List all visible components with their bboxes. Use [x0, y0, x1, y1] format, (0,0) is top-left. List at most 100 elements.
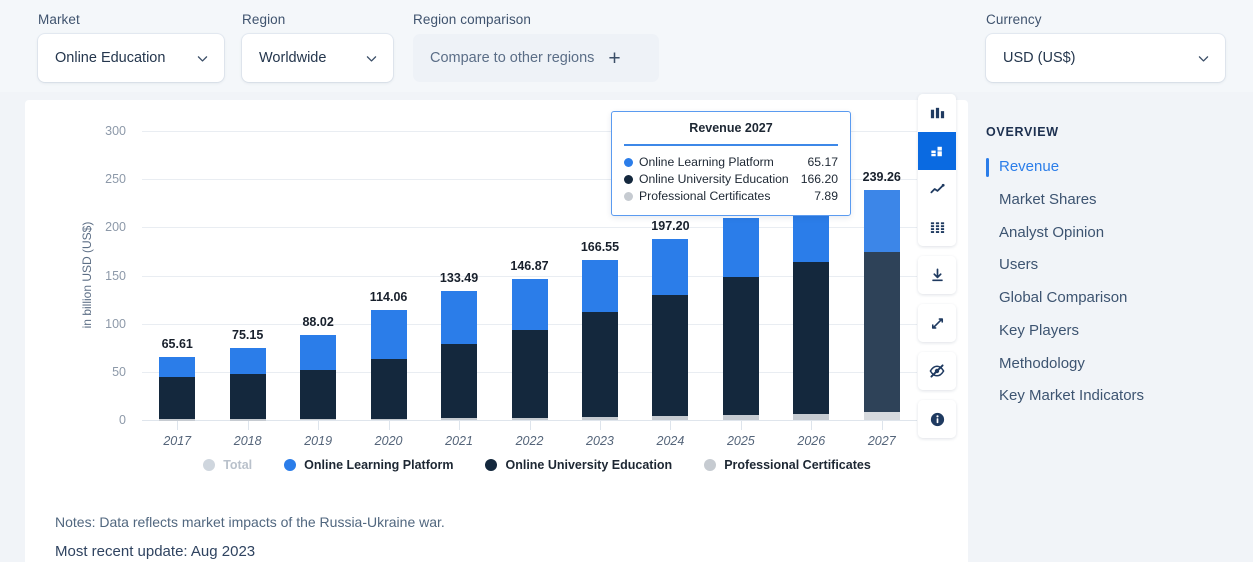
tooltip-row: Professional Certificates 7.89 — [624, 188, 838, 205]
bar-segment[interactable] — [581, 259, 618, 313]
bar-segment[interactable] — [652, 238, 689, 295]
bar-segment[interactable] — [441, 344, 478, 419]
currency-filter-group: Currency USD (US$) — [986, 12, 1225, 82]
bar-segment[interactable] — [441, 418, 478, 420]
y-axis-tick: 200 — [105, 220, 126, 235]
filter-bar: Market Online Education Region Worldwide… — [0, 0, 1253, 92]
legend-item-label: Total — [223, 458, 253, 472]
bar-segment[interactable] — [229, 347, 266, 374]
market-select[interactable]: Online Education — [38, 34, 224, 82]
expand-icon[interactable] — [918, 304, 956, 342]
chart-bar[interactable] — [370, 100, 407, 421]
nav-item-analyst-opinion[interactable]: Analyst Opinion — [986, 217, 1236, 250]
eye-off-icon[interactable] — [918, 352, 956, 390]
market-select-value: Online Education — [55, 50, 166, 66]
bar-total-label: 197.20 — [651, 218, 690, 233]
region-select[interactable]: Worldwide — [242, 34, 393, 82]
legend-item[interactable]: Professional Certificates — [704, 458, 871, 472]
toolbar-group — [918, 94, 956, 246]
legend-item-label: Professional Certificates — [724, 458, 871, 472]
region-comparison-button[interactable]: Compare to other regions + — [413, 34, 659, 82]
bar-segment[interactable] — [511, 278, 548, 331]
bar-segment[interactable] — [370, 418, 407, 421]
bar-segment[interactable] — [370, 358, 407, 419]
bar-segment[interactable] — [863, 252, 900, 413]
legend-item[interactable]: Total — [203, 458, 252, 472]
bar-segment[interactable] — [652, 294, 689, 416]
legend-item-label: Online Learning Platform — [304, 458, 454, 472]
bar-segment[interactable] — [722, 414, 759, 420]
y-axis-tick: 50 — [112, 364, 126, 379]
region-comparison-label: Region comparison — [413, 12, 532, 27]
x-axis-tick-mark — [177, 421, 179, 430]
legend-item[interactable]: Online University Education — [485, 458, 672, 472]
bar-segment[interactable] — [793, 262, 830, 414]
x-axis-tick-mark — [388, 421, 390, 430]
bar-segment[interactable] — [793, 413, 830, 420]
x-axis-tick-mark — [811, 421, 813, 430]
table-grid-icon[interactable] — [918, 208, 956, 246]
chart-bar[interactable] — [300, 100, 337, 421]
nav-item-users[interactable]: Users — [986, 249, 1236, 282]
bar-segment[interactable] — [441, 291, 478, 345]
line-chart-icon[interactable] — [918, 170, 956, 208]
x-axis-tick-mark — [740, 421, 742, 430]
bar-segment[interactable] — [863, 189, 900, 253]
bar-segment[interactable] — [722, 276, 759, 415]
nav-item-global-comparison[interactable]: Global Comparison — [986, 282, 1236, 315]
x-axis-tick-mark — [670, 421, 672, 430]
bar-segment[interactable] — [652, 415, 689, 420]
info-icon[interactable] — [918, 400, 956, 438]
legend-item[interactable]: Online Learning Platform — [284, 458, 453, 472]
region-label: Region — [242, 12, 286, 27]
chart-bar[interactable] — [159, 100, 196, 421]
bar-total-label: 65.61 — [161, 336, 193, 351]
x-axis-tick-label: 2020 — [374, 434, 403, 448]
currency-select[interactable]: USD (US$) — [986, 34, 1225, 82]
tooltip-color-dot — [624, 158, 633, 167]
toolbar-group — [918, 256, 956, 294]
x-axis-tick-mark — [881, 421, 883, 430]
overview-nav-heading: OVERVIEW — [986, 125, 1059, 139]
bar-segment[interactable] — [370, 310, 407, 359]
bar-total-label: 166.55 — [580, 239, 620, 254]
legend-color-dot — [704, 459, 717, 471]
bar-segment[interactable] — [581, 416, 618, 420]
nav-item-revenue[interactable]: Revenue — [986, 151, 1236, 184]
tooltip-series-name: Professional Certificates — [639, 189, 771, 203]
nav-item-key-market-indicators[interactable]: Key Market Indicators — [986, 380, 1236, 413]
bar-segment[interactable] — [863, 412, 900, 420]
y-axis-tick: 150 — [105, 268, 126, 283]
x-axis-tick-label: 2021 — [445, 434, 473, 448]
bar-total-label: 133.49 — [439, 271, 479, 286]
download-icon[interactable] — [918, 256, 956, 294]
stacked-bar-icon[interactable] — [918, 132, 956, 170]
column-chart-icon[interactable] — [918, 94, 956, 132]
chart-bar[interactable] — [229, 100, 266, 421]
chevron-down-icon — [196, 52, 209, 65]
bar-total-label: 239.26 — [862, 169, 901, 184]
bar-segment[interactable] — [722, 217, 759, 277]
chart-bar[interactable] — [441, 100, 478, 420]
nav-item-market-shares[interactable]: Market Shares — [986, 184, 1236, 217]
x-axis-tick-label: 2022 — [515, 434, 544, 448]
bar-segment[interactable] — [300, 335, 337, 371]
legend-color-dot — [203, 459, 216, 471]
bar-segment[interactable] — [511, 330, 548, 418]
x-axis-tick-mark — [529, 421, 531, 430]
bar-segment[interactable] — [229, 373, 266, 420]
nav-item-methodology[interactable]: Methodology — [986, 348, 1236, 381]
bar-segment[interactable] — [159, 356, 196, 378]
y-axis-tick: 300 — [105, 124, 126, 138]
chart-legend: Total Online Learning Platform Online Univ… — [142, 458, 932, 472]
toolbar-group — [918, 400, 956, 438]
nav-item-key-players[interactable]: Key Players — [986, 315, 1236, 348]
bar-segment[interactable] — [159, 377, 196, 420]
bar-segment[interactable] — [511, 417, 548, 420]
chart-bar[interactable] — [863, 100, 900, 420]
region-filter-group: Region Worldwide — [242, 12, 393, 82]
bar-segment[interactable] — [581, 312, 618, 417]
bar-segment[interactable] — [300, 370, 337, 419]
toolbar-group — [918, 304, 956, 342]
tooltip-row: Online Learning Platform 65.17 — [624, 154, 838, 171]
